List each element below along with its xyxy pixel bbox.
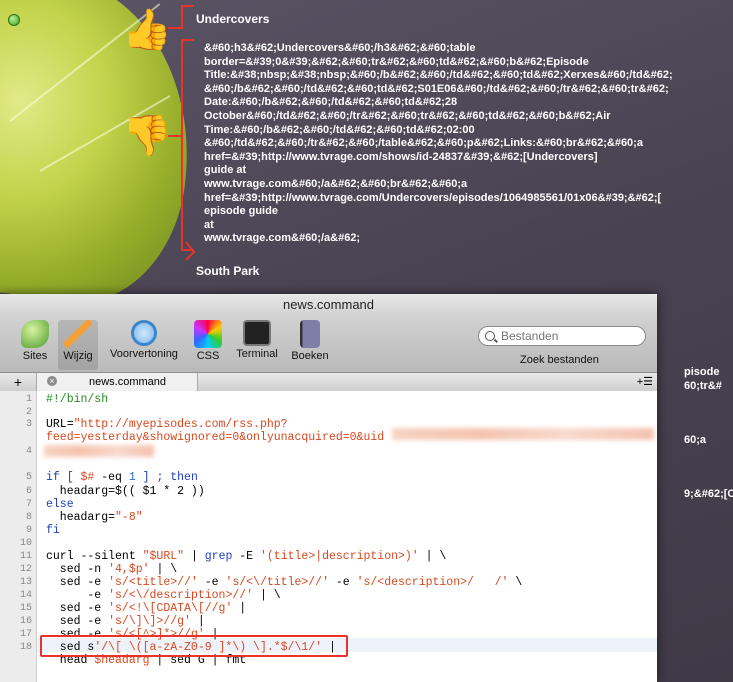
toolbar-books-button[interactable]: Boeken — [290, 320, 330, 362]
search-icon — [485, 331, 495, 341]
toolbar-label: Wijzig — [63, 350, 93, 362]
html-output-line: &#60;/b&#62;&#60;/td&#62;&#60;td&#62;S01… — [204, 82, 669, 95]
code-line: sed -e 's/<title>//' -e 's/<\/title>//' … — [46, 576, 523, 589]
code-line: sed -n '4,$p' | \ — [46, 563, 178, 576]
line-number: 5 — [25, 472, 32, 483]
edge-text: 60;tr&# — [684, 380, 722, 392]
html-output-line: www.tvrage.com&#60;/a&#62;&#60;br&#62;&#… — [204, 177, 468, 190]
toolbar-label: Voorvertoning — [110, 348, 178, 360]
code-line: sed -e 's/\]\]>//g' | — [46, 615, 205, 628]
edge-text: 9;&#62;[C — [684, 488, 733, 500]
toolbar-label: Sites — [22, 350, 48, 362]
code-line: curl --silent "$URL" | grep -E '(title>|… — [46, 550, 447, 563]
edge-text: pisode — [684, 366, 720, 378]
tab-bar: + × news.command +☰ — [0, 373, 657, 392]
html-output-line: guide at — [204, 164, 247, 177]
line-number: 12 — [19, 564, 32, 575]
tab-news-command[interactable]: × news.command — [37, 373, 198, 391]
search-field[interactable] — [478, 326, 646, 346]
code-line: sed -e 's/<!\[CDATA\[//g' | — [46, 602, 247, 615]
line-number: 11 — [19, 551, 32, 562]
line-number: 10 — [19, 538, 32, 549]
line-number: 17 — [19, 629, 32, 640]
html-output-line: href=&#39;http://www.tvrage.com/Undercov… — [204, 191, 662, 204]
code-line: headarg="-8" — [46, 511, 143, 524]
code-line: else — [46, 498, 74, 511]
toolbar: Sites Wijzig Voorvertoning CSS Terminal … — [0, 316, 657, 373]
book-icon — [300, 320, 320, 348]
code-line: if [ $# -eq 1 ] ; then — [46, 471, 198, 484]
edge-text: 60;a — [684, 434, 707, 446]
annotation-highlight-box — [40, 635, 348, 657]
line-number: 6 — [25, 486, 32, 497]
html-output-line: Title:&#38;nbsp;&#38;nbsp;&#60;/b&#62;&#… — [204, 69, 673, 82]
toolbar-terminal-button[interactable]: Terminal — [232, 320, 282, 360]
code-line: fi — [46, 524, 60, 537]
terminal-icon — [243, 320, 271, 346]
line-number: 9 — [25, 525, 32, 536]
html-output-line: Date:&#60;/b&#62;&#60;/td&#62;&#60;td&#6… — [204, 96, 458, 109]
toolbar-label: Terminal — [236, 348, 278, 360]
pencil-icon — [64, 320, 92, 348]
html-output-line: October&#60;/td&#62;&#60;/tr&#62;&#60;tr… — [204, 109, 611, 122]
line-number: 13 — [19, 577, 32, 588]
tab-label: news.command — [89, 376, 167, 388]
tab-list-menu-button[interactable]: +☰ — [637, 375, 653, 388]
code-line: URL="http://myepisodes.com/rss.php? — [46, 418, 288, 431]
redacted-region — [392, 428, 654, 440]
redacted-region — [44, 445, 154, 457]
code-line: -e 's/<\/description>//' | \ — [46, 589, 281, 602]
editor-window: news.command Sites Wijzig Voorvertoning … — [0, 294, 657, 682]
code-line: #!/bin/sh — [46, 393, 109, 406]
leaf-icon — [21, 320, 49, 348]
line-number: 14 — [19, 590, 32, 601]
html-output-line: href=&#39;http://www.tvrage.com/shows/id… — [204, 150, 598, 163]
window-title: news.command — [0, 294, 657, 316]
show-title-undercovers: Undercovers — [196, 12, 270, 26]
line-number: 3 — [25, 419, 32, 430]
close-tab-icon[interactable]: × — [47, 376, 57, 386]
toolbar-css-button[interactable]: CSS — [192, 320, 224, 362]
html-output-line: &#60;/td&#62;&#60;/tr&#62;&#60;/table&#6… — [204, 137, 643, 150]
html-output-line: border=&#39;0&#39;&#62;&#60;tr&#62;&#60;… — [204, 55, 589, 68]
search-label: Zoek bestanden — [520, 354, 599, 366]
code-line: headarg=$(( $1 * 2 )) — [46, 485, 205, 498]
status-dot-icon — [8, 14, 20, 26]
raw-html-output: &#60;h3&#62;Undercovers&#60;/h3&#62;&#60… — [204, 42, 724, 246]
show-title-south-park: South Park — [196, 264, 260, 278]
line-number-gutter: 1 2 3 4 5 6 7 8 9 10 11 12 13 14 15 16 17 18 — [0, 391, 37, 682]
html-output-line: at — [204, 218, 214, 231]
code-line: feed=yesterday&showignored=0&onlyunacqui… — [46, 431, 385, 444]
code-editor[interactable]: 1 2 3 4 5 6 7 8 9 10 11 12 13 14 15 16 17 18 #!/bin/sh UR… — [0, 391, 657, 682]
magnifier-icon — [131, 320, 157, 346]
line-number: 2 — [25, 407, 32, 418]
toolbar-sites-button[interactable]: Sites — [18, 320, 52, 362]
line-number: 8 — [25, 512, 32, 523]
line-number: 4 — [25, 446, 32, 457]
line-number: 15 — [19, 603, 32, 614]
html-output-line: www.tvrage.com&#60;/a&#62; — [204, 232, 361, 245]
toolbar-label: CSS — [196, 350, 220, 362]
html-output-line: &#60;h3&#62;Undercovers&#60;/h3&#62;&#60… — [204, 42, 476, 54]
line-number: 16 — [19, 616, 32, 627]
toolbar-edit-button[interactable]: Wijzig — [58, 320, 98, 370]
line-number: 18 — [19, 642, 32, 653]
search-input[interactable] — [499, 328, 643, 344]
add-tab-button[interactable]: + — [0, 373, 37, 391]
html-output-line: episode guide — [204, 205, 278, 218]
thumbs-down-icon: 👎 — [122, 114, 172, 158]
line-number: 7 — [25, 499, 32, 510]
thumbs-up-icon: 👍 — [122, 8, 172, 52]
toolbar-preview-button[interactable]: Voorvertoning — [104, 320, 184, 360]
toolbar-label: Boeken — [291, 350, 329, 362]
html-output-line: Time:&#60;/b&#62;&#60;/td&#62;&#60;td&#6… — [204, 123, 475, 136]
annotation-arrow — [185, 241, 196, 261]
line-number: 1 — [25, 394, 32, 405]
color-swatch-icon — [194, 320, 222, 348]
